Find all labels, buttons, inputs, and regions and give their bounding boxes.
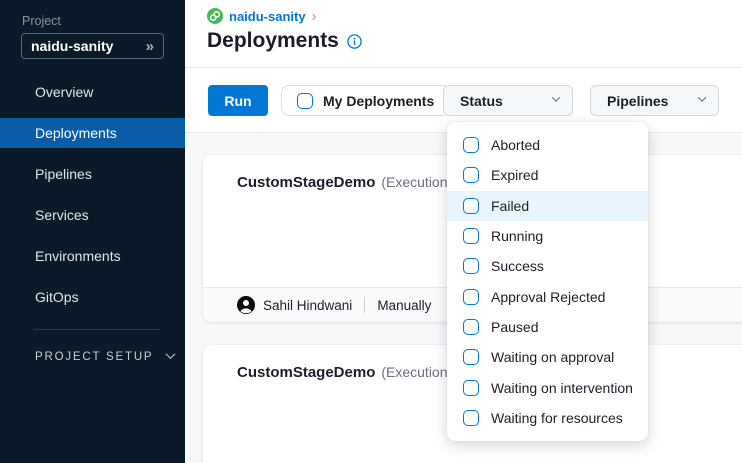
status-option-label: Aborted [491, 137, 540, 153]
project-label: Project [22, 14, 61, 28]
pipelines-filter-dropdown[interactable]: Pipelines [590, 85, 719, 116]
app-window: Project naidu-sanity » Overview Deployme… [0, 0, 742, 463]
trigger-type: Manually [377, 298, 431, 313]
status-option-waiting-for-resources[interactable]: Waiting for resources [447, 403, 648, 433]
status-option-label: Paused [491, 319, 538, 335]
status-option-label: Waiting on approval [491, 349, 614, 365]
info-icon[interactable] [347, 34, 362, 49]
pipelines-filter-label: Pipelines [607, 93, 668, 109]
sidebar-divider [33, 329, 160, 330]
project-sidebar: Project naidu-sanity » Overview Deployme… [0, 0, 185, 463]
checkbox[interactable] [463, 228, 479, 244]
status-option-label: Failed [491, 198, 529, 214]
status-filter-label: Status [460, 93, 503, 109]
sidebar-item-deployments[interactable]: Deployments [0, 118, 185, 148]
status-option-expired[interactable]: Expired [447, 160, 648, 190]
page-header: naidu-sanity › Deployments [185, 0, 742, 68]
chevron-right-icon: › [312, 10, 317, 23]
status-option-aborted[interactable]: Aborted [447, 130, 648, 160]
status-option-label: Waiting for resources [491, 410, 623, 426]
checkbox[interactable] [463, 410, 479, 426]
sidebar-item-environments[interactable]: Environments [0, 241, 185, 271]
pipeline-name-link[interactable]: CustomStageDemo [237, 364, 375, 381]
status-option-success[interactable]: Success [447, 251, 648, 281]
status-option-label: Expired [491, 167, 538, 183]
checkbox[interactable] [463, 319, 479, 335]
expand-sidebar-icon[interactable]: » [146, 38, 154, 55]
triggered-by-user: Sahil Hindwani [263, 298, 352, 313]
breadcrumb-project-link[interactable]: naidu-sanity [229, 9, 306, 24]
status-option-label: Running [491, 228, 543, 244]
checkbox[interactable] [463, 137, 479, 153]
checkbox[interactable] [463, 167, 479, 183]
status-option-label: Approval Rejected [491, 289, 605, 305]
checkbox[interactable] [463, 198, 479, 214]
checkbox[interactable] [463, 380, 479, 396]
sidebar-item-services[interactable]: Services [0, 200, 185, 230]
checkbox[interactable] [463, 258, 479, 274]
status-option-paused[interactable]: Paused [447, 312, 648, 342]
sidebar-nav: Overview Deployments Pipelines Services … [0, 77, 185, 323]
project-selector-value: naidu-sanity [31, 38, 146, 54]
status-option-failed[interactable]: Failed [447, 191, 648, 221]
status-option-waiting-on-approval[interactable]: Waiting on approval [447, 342, 648, 372]
project-selector[interactable]: naidu-sanity » [21, 33, 164, 59]
sidebar-item-gitops[interactable]: GitOps [0, 282, 185, 312]
my-deployments-label: My Deployments [323, 93, 434, 109]
title-row: Deployments [207, 29, 362, 53]
chevron-down-icon [698, 93, 706, 101]
status-option-label: Waiting on intervention [491, 380, 633, 396]
project-setup-toggle[interactable]: PROJECT SETUP [35, 348, 174, 366]
run-button[interactable]: Run [208, 85, 268, 116]
status-filter-dropdown[interactable]: Status [443, 85, 573, 116]
chevron-down-icon [552, 93, 560, 101]
sidebar-item-pipelines[interactable]: Pipelines [0, 159, 185, 189]
user-avatar [237, 296, 255, 314]
status-option-label: Success [491, 258, 544, 274]
status-option-waiting-on-intervention[interactable]: Waiting on intervention [447, 372, 648, 402]
chevron-down-icon [166, 349, 176, 359]
main-area: naidu-sanity › Deployments Run My Deploy… [185, 0, 742, 463]
sidebar-item-overview[interactable]: Overview [0, 77, 185, 107]
cd-module-icon [207, 8, 223, 24]
my-deployments-checkbox[interactable] [297, 93, 313, 109]
pipeline-name-link[interactable]: CustomStageDemo [237, 174, 375, 191]
checkbox[interactable] [463, 349, 479, 365]
breadcrumb: naidu-sanity › [207, 8, 317, 24]
status-option-running[interactable]: Running [447, 221, 648, 251]
my-deployments-filter[interactable]: My Deployments [281, 85, 450, 116]
project-setup-label: PROJECT SETUP [35, 351, 153, 363]
footer-divider [364, 297, 365, 313]
status-option-approval-rejected[interactable]: Approval Rejected [447, 281, 648, 311]
page-title: Deployments [207, 29, 339, 53]
checkbox[interactable] [463, 289, 479, 305]
status-dropdown-menu: Aborted Expired Failed Running Success A… [447, 122, 648, 441]
